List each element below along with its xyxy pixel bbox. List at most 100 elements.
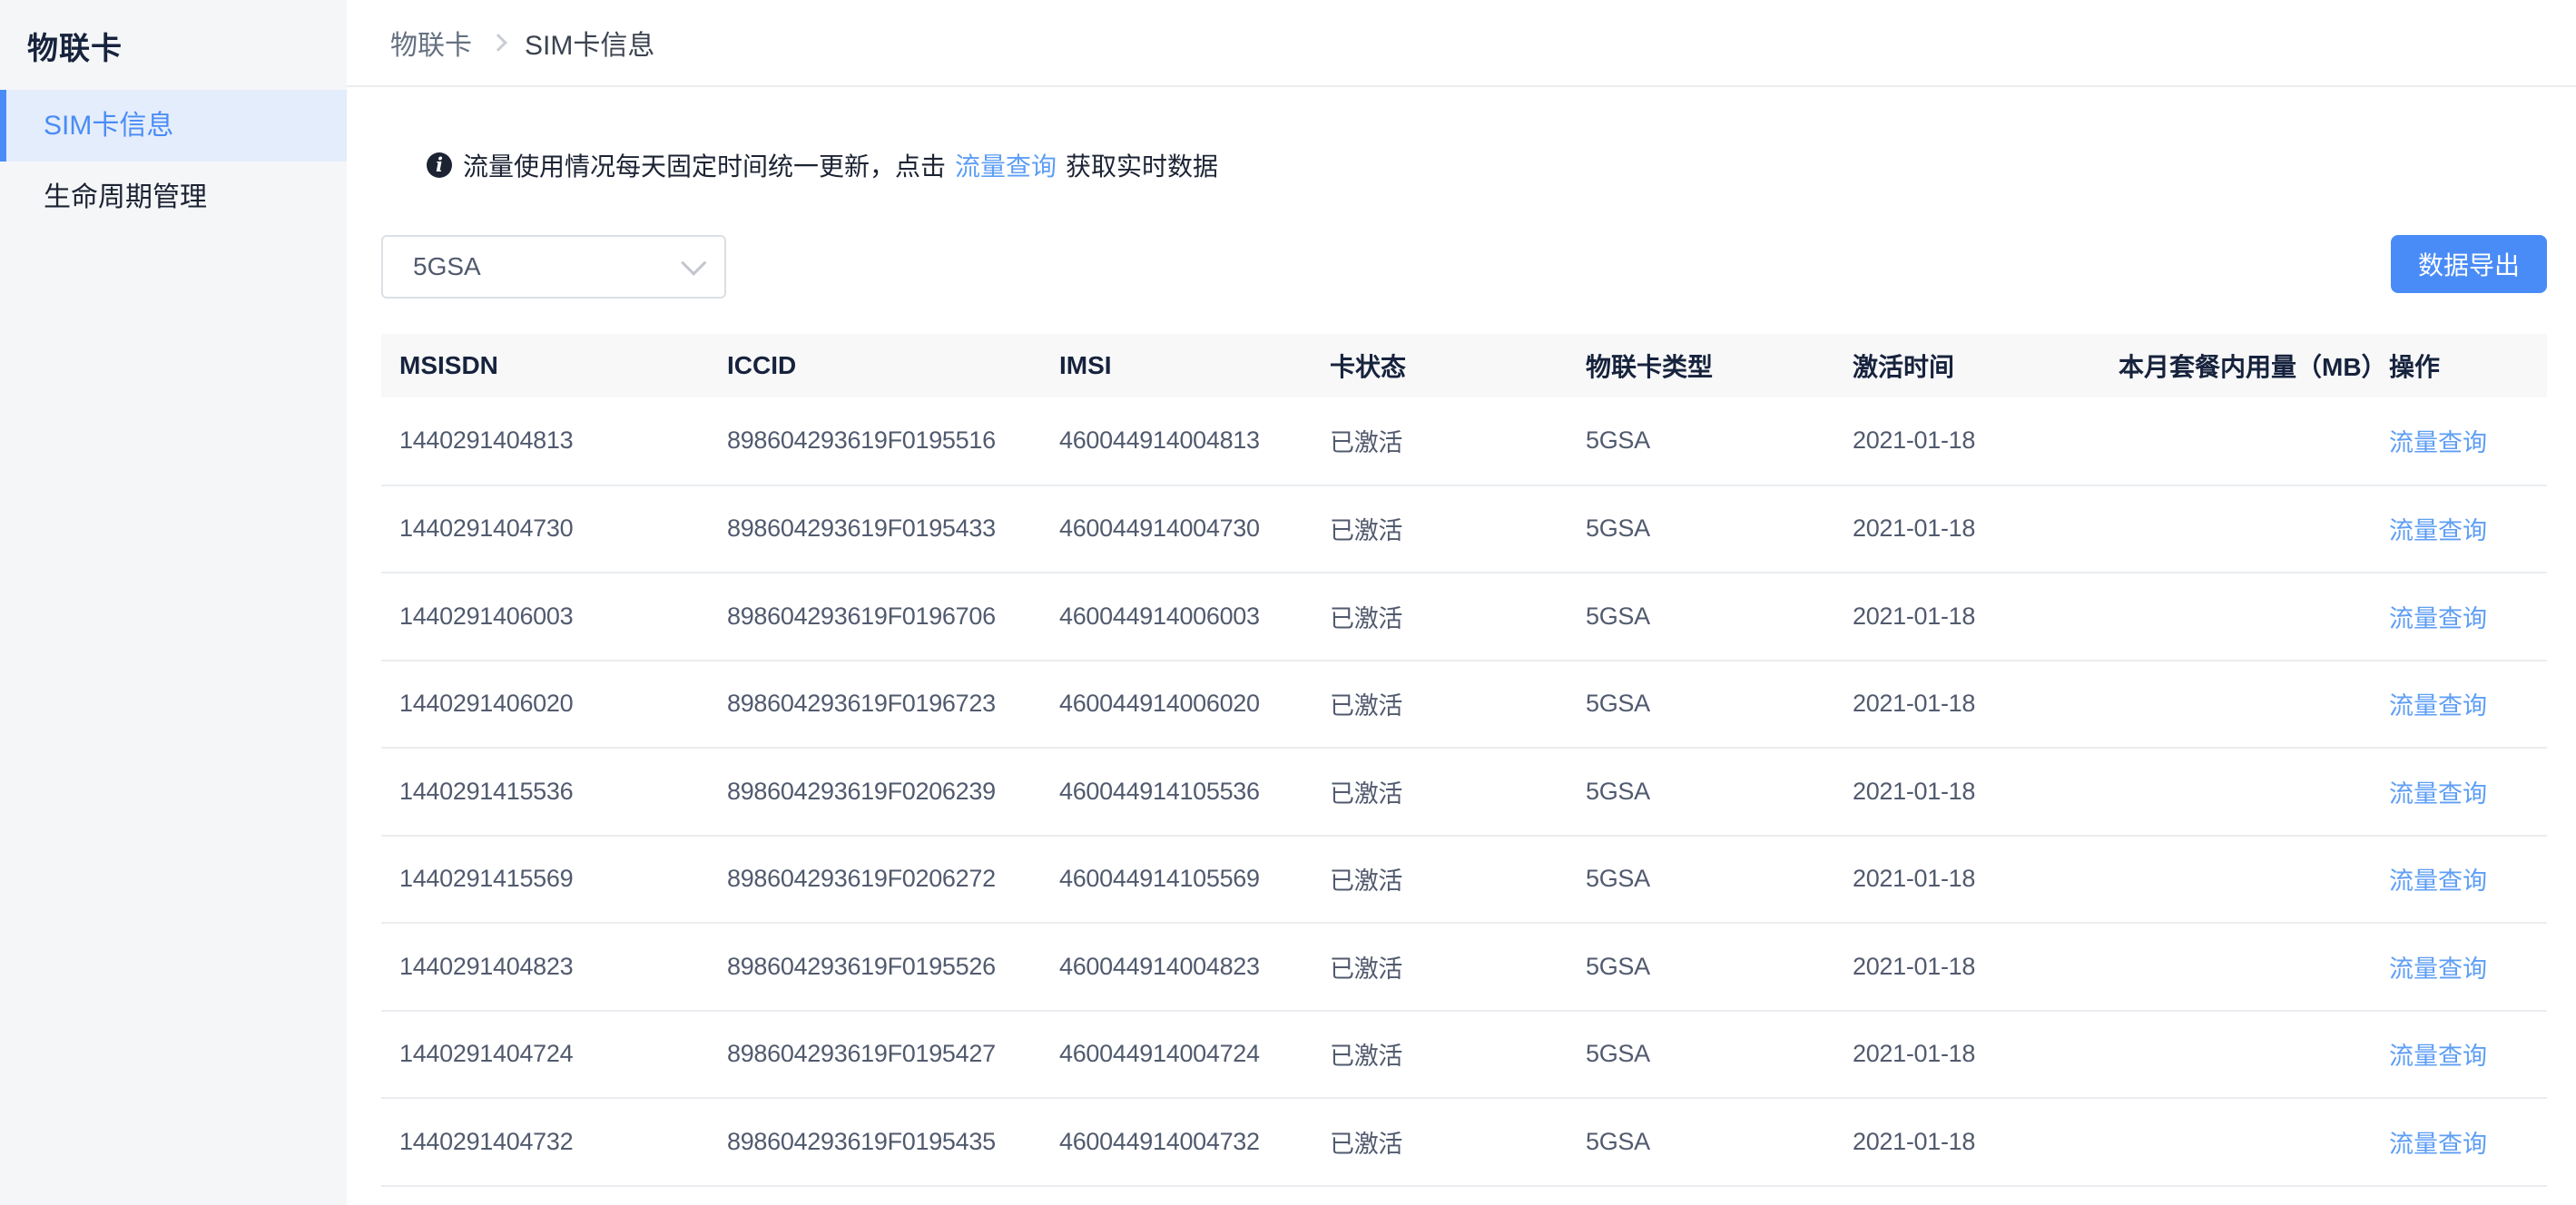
cell-imsi: 460044914004813 bbox=[1041, 397, 1312, 485]
cell-activated-at: 2021-01-18 bbox=[1834, 573, 2100, 661]
cell-status: 已激活 bbox=[1312, 923, 1568, 1011]
sidebar: 物联卡 SIM卡信息生命周期管理 bbox=[0, 0, 347, 1205]
export-data-button[interactable]: 数据导出 bbox=[2391, 235, 2547, 293]
cell-msisdn: 1440291415536 bbox=[381, 748, 709, 836]
column-header: 激活时间 bbox=[1834, 334, 2100, 397]
cell-usage-mb bbox=[2100, 1011, 2371, 1099]
cell-imsi: 460044914004730 bbox=[1041, 485, 1312, 573]
card-type-select[interactable]: 5GSA bbox=[381, 235, 726, 299]
cell-action: 流量查询 bbox=[2371, 1011, 2547, 1099]
cell-status: 已激活 bbox=[1312, 748, 1568, 836]
cell-type: 5GSA bbox=[1568, 836, 1834, 924]
cell-action: 流量查询 bbox=[2371, 485, 2547, 573]
cell-imsi: 460044914004823 bbox=[1041, 923, 1312, 1011]
cell-status: 已激活 bbox=[1312, 397, 1568, 485]
cell-iccid: 898604293619F0195435 bbox=[709, 1098, 1041, 1186]
main-area: 物联卡 SIM卡信息 i 流量使用情况每天固定时间统一更新，点击 流量查询 获取实… bbox=[347, 0, 2576, 1205]
cell-activated-at: 2021-01-18 bbox=[1834, 836, 2100, 924]
cell-imsi: 460044914004732 bbox=[1041, 1098, 1312, 1186]
cell-action: 流量查询 bbox=[2371, 923, 2547, 1011]
cell-status: 已激活 bbox=[1312, 661, 1568, 749]
cell-imsi: 460044914006003 bbox=[1041, 573, 1312, 661]
cell-type: 5GSA bbox=[1568, 573, 1834, 661]
cell-usage-mb bbox=[2100, 397, 2371, 485]
cell-type: 5GSA bbox=[1568, 923, 1834, 1011]
cell-type: 5GSA bbox=[1568, 397, 1834, 485]
cell-status: 已激活 bbox=[1312, 485, 1568, 573]
table-header-row: MSISDNICCIDIMSI卡状态物联卡类型激活时间本月套餐内用量（MB）操作 bbox=[381, 334, 2547, 397]
cell-type: 5GSA bbox=[1568, 661, 1834, 749]
cell-type: 5GSA bbox=[1568, 1011, 1834, 1099]
traffic-query-link[interactable]: 流量查询 bbox=[2389, 780, 2487, 808]
cell-type: 5GSA bbox=[1568, 485, 1834, 573]
column-header: MSISDN bbox=[381, 334, 709, 397]
cell-usage-mb bbox=[2100, 923, 2371, 1011]
cell-usage-mb bbox=[2100, 661, 2371, 749]
table-body: 1440291404813898604293619F01955164600449… bbox=[381, 397, 2547, 1186]
cell-action: 流量查询 bbox=[2371, 836, 2547, 924]
cell-iccid: 898604293619F0206239 bbox=[709, 748, 1041, 836]
cell-iccid: 898604293619F0195433 bbox=[709, 485, 1041, 573]
cell-imsi: 460044914004724 bbox=[1041, 1011, 1312, 1099]
cell-activated-at: 2021-01-18 bbox=[1834, 397, 2100, 485]
column-header: IMSI bbox=[1041, 334, 1312, 397]
traffic-query-link[interactable]: 流量查询 bbox=[2389, 605, 2487, 632]
traffic-query-link[interactable]: 流量查询 bbox=[2389, 692, 2487, 720]
topbar: 物联卡 SIM卡信息 bbox=[347, 0, 2576, 87]
cell-imsi: 460044914006020 bbox=[1041, 661, 1312, 749]
table-row: 1440291404732898604293619F01954354600449… bbox=[381, 1098, 2547, 1186]
cell-msisdn: 1440291404730 bbox=[381, 485, 709, 573]
traffic-query-link[interactable]: 流量查询 bbox=[2389, 867, 2487, 895]
cell-iccid: 898604293619F0195427 bbox=[709, 1011, 1041, 1099]
cell-msisdn: 1440291406003 bbox=[381, 573, 709, 661]
cell-msisdn: 1440291404724 bbox=[381, 1011, 709, 1099]
cell-status: 已激活 bbox=[1312, 1011, 1568, 1099]
cell-iccid: 898604293619F0195516 bbox=[709, 397, 1041, 485]
breadcrumb-item[interactable]: 物联卡 bbox=[390, 23, 472, 63]
traffic-query-link[interactable]: 流量查询 bbox=[2389, 517, 2487, 544]
chevron-down-icon bbox=[681, 250, 706, 276]
table-row: 1440291404730898604293619F01954334600449… bbox=[381, 485, 2547, 573]
column-header: ICCID bbox=[709, 334, 1041, 397]
breadcrumb: 物联卡 SIM卡信息 bbox=[390, 23, 654, 63]
cell-status: 已激活 bbox=[1312, 573, 1568, 661]
cell-action: 流量查询 bbox=[2371, 748, 2547, 836]
app-root: 物联卡 SIM卡信息生命周期管理 物联卡SIM卡信息 i 流量使用情况每天固定时… bbox=[0, 0, 2576, 1205]
cell-iccid: 898604293619F0196723 bbox=[709, 661, 1041, 749]
notice-text-after: 获取实时数据 bbox=[1066, 147, 1218, 183]
card-type-select-value: 5GSA bbox=[413, 252, 681, 281]
cell-usage-mb bbox=[2100, 748, 2371, 836]
cell-type: 5GSA bbox=[1568, 1098, 1834, 1186]
cell-action: 流量查询 bbox=[2371, 573, 2547, 661]
cell-activated-at: 2021-01-18 bbox=[1834, 1011, 2100, 1099]
table-row: 1440291406003898604293619F01967064600449… bbox=[381, 573, 2547, 661]
sidebar-item-lifecycle-management[interactable]: 生命周期管理 bbox=[0, 162, 347, 233]
sidebar-item-sim-card-info[interactable]: SIM卡信息 bbox=[0, 90, 347, 162]
info-icon: i bbox=[427, 152, 452, 178]
cell-activated-at: 2021-01-18 bbox=[1834, 1098, 2100, 1186]
traffic-query-link[interactable]: 流量查询 bbox=[2389, 1131, 2487, 1158]
cell-usage-mb bbox=[2100, 573, 2371, 661]
cell-activated-at: 2021-01-18 bbox=[1834, 485, 2100, 573]
column-header: 卡状态 bbox=[1312, 334, 1568, 397]
table-row: 1440291404823898604293619F01955264600449… bbox=[381, 923, 2547, 1011]
breadcrumb-item: SIM卡信息 bbox=[525, 23, 654, 63]
traffic-query-link[interactable]: 流量查询 bbox=[2389, 1043, 2487, 1070]
column-header: 本月套餐内用量（MB） bbox=[2100, 334, 2371, 397]
cell-usage-mb bbox=[2100, 485, 2371, 573]
table-row: 1440291415569898604293619F02062724600449… bbox=[381, 836, 2547, 924]
filter-row: 5GSA 数据导出 bbox=[381, 235, 2547, 299]
cell-msisdn: 1440291404823 bbox=[381, 923, 709, 1011]
traffic-query-link[interactable]: 流量查询 bbox=[955, 147, 1057, 183]
sidebar-menu: SIM卡信息生命周期管理 bbox=[0, 90, 347, 233]
notice-text-before: 流量使用情况每天固定时间统一更新，点击 bbox=[463, 147, 946, 183]
cell-iccid: 898604293619F0195526 bbox=[709, 923, 1041, 1011]
update-notice: i 流量使用情况每天固定时间统一更新，点击 流量查询 获取实时数据 bbox=[427, 147, 2547, 183]
cell-status: 已激活 bbox=[1312, 836, 1568, 924]
table-row: 1440291415536898604293619F02062394600449… bbox=[381, 748, 2547, 836]
cell-action: 流量查询 bbox=[2371, 1098, 2547, 1186]
traffic-query-link[interactable]: 流量查询 bbox=[2389, 955, 2487, 983]
table-row: 1440291404724898604293619F01954274600449… bbox=[381, 1011, 2547, 1099]
traffic-query-link[interactable]: 流量查询 bbox=[2389, 429, 2487, 456]
cell-imsi: 460044914105536 bbox=[1041, 748, 1312, 836]
